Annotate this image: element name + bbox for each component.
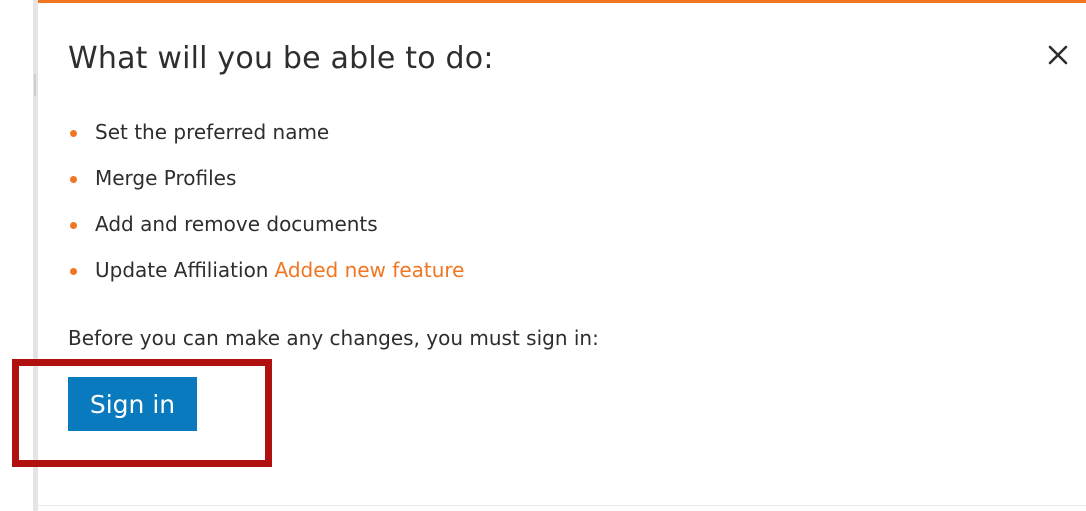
bullet-icon	[70, 176, 77, 183]
bullet-icon	[70, 268, 77, 275]
screenshot-stage: What will you be able to do: Set the pre…	[0, 0, 1086, 511]
close-icon	[1048, 45, 1068, 65]
sign-in-button[interactable]: Sign in	[68, 377, 197, 431]
feature-item-documents: Add and remove documents	[68, 209, 464, 255]
feature-item-preferred-name: Set the preferred name	[68, 117, 464, 163]
feature-label: Merge Profiles	[95, 166, 237, 190]
signin-instruction: Before you can make any changes, you mus…	[68, 326, 599, 350]
feature-info-dialog: What will you be able to do: Set the pre…	[38, 0, 1086, 506]
divider-mark	[34, 74, 36, 96]
feature-item-affiliation: Update Affiliation Added new feature	[68, 255, 464, 301]
close-button[interactable]	[1042, 39, 1074, 71]
feature-item-merge-profiles: Merge Profiles	[68, 163, 464, 209]
feature-label: Set the preferred name	[95, 120, 330, 144]
feature-label: Add and remove documents	[95, 212, 378, 236]
bullet-icon	[70, 222, 77, 229]
new-feature-badge: Added new feature	[274, 258, 465, 282]
bullet-icon	[70, 130, 77, 137]
feature-list: Set the preferred name Merge Profiles Ad…	[68, 117, 464, 301]
dialog-title: What will you be able to do:	[68, 41, 494, 76]
feature-label: Update Affiliation	[95, 258, 269, 282]
